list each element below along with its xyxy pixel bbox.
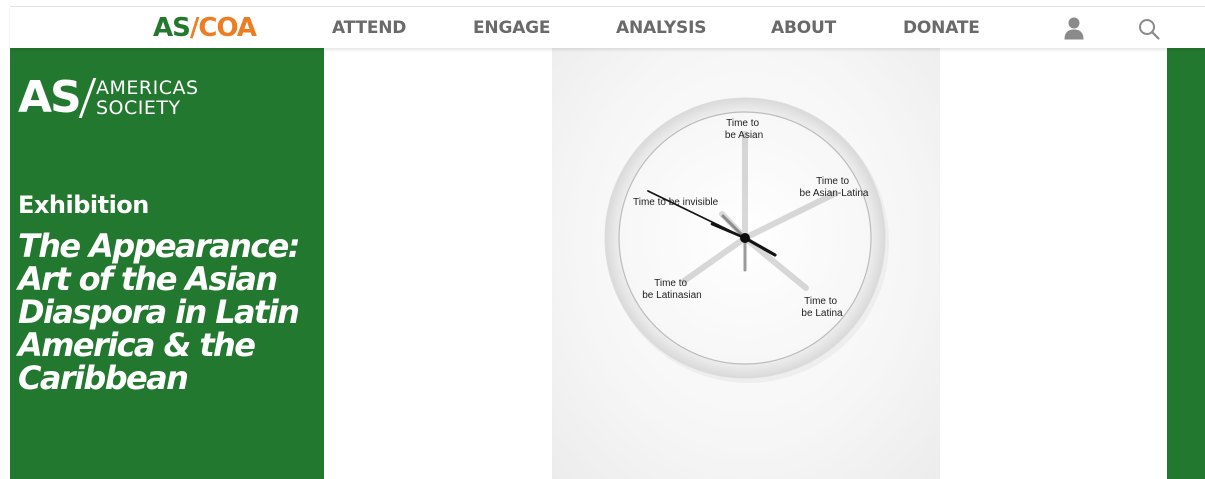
nav-analysis[interactable]: ANALYSIS xyxy=(616,18,706,38)
logo-as: AS xyxy=(153,13,191,43)
search-icon[interactable] xyxy=(1137,17,1161,41)
logo-coa: COA xyxy=(198,13,257,43)
title-line: Art of the Asian xyxy=(18,260,278,298)
exhibition-title: The Appearance: Art of the Asian Diaspor… xyxy=(18,230,318,395)
ascoa-logo[interactable]: AS/COA xyxy=(153,13,257,43)
top-nav: AS/COA ATTEND ENGAGE ANALYSIS ABOUT DONA… xyxy=(10,6,1205,48)
nav-about[interactable]: ABOUT xyxy=(771,18,836,38)
title-line: The Appearance: xyxy=(18,227,301,265)
nav-donate[interactable]: DONATE xyxy=(903,18,980,38)
clock-label-top: Time to be Asian xyxy=(725,118,763,141)
brand-line-1: AMERICAS xyxy=(96,77,199,99)
user-icon[interactable] xyxy=(1063,16,1085,40)
brand-slash xyxy=(78,78,97,118)
artwork-image: Time to be Asian Time to be Asian-Latina… xyxy=(552,48,940,479)
clock-center xyxy=(740,233,750,243)
right-accent-strip xyxy=(1167,48,1205,479)
nav-attend[interactable]: ATTEND xyxy=(332,18,406,38)
clock-artwork: Time to be Asian Time to be Asian-Latina… xyxy=(604,97,889,383)
clock-label-lower-right: Time to be Latina xyxy=(801,296,843,319)
brand-line-2: SOCIETY xyxy=(96,97,181,119)
title-line: America & the xyxy=(18,326,256,364)
title-line: Diaspora in Latin xyxy=(18,293,300,331)
exhibition-label: Exhibition xyxy=(18,191,149,219)
clock-label-left: Time to be invisible xyxy=(633,197,719,208)
nav-engage[interactable]: ENGAGE xyxy=(473,18,551,38)
brand-mark: AS xyxy=(18,72,82,123)
title-line: Caribbean xyxy=(18,359,189,397)
hero-panel: AS AMERICAS SOCIETY Exhibition The Appea… xyxy=(10,48,324,479)
